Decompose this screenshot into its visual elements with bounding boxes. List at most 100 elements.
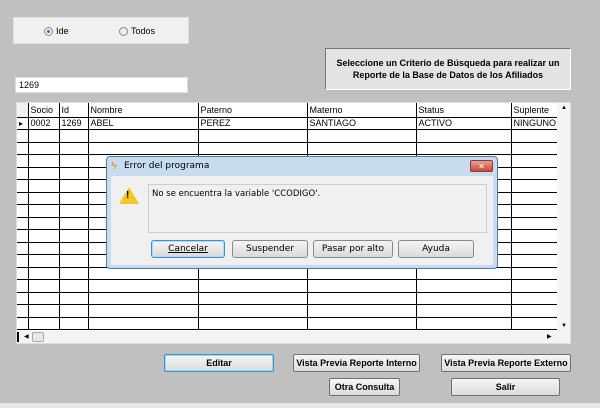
scroll-up-icon[interactable]: ▲ <box>561 105 567 111</box>
preview-external-button[interactable]: Vista Previa Reporte Externo <box>441 354 571 372</box>
row-selector[interactable] <box>17 266 29 280</box>
cell-materno[interactable] <box>306 304 417 318</box>
help-button[interactable]: Ayuda <box>398 240 474 258</box>
row-selector[interactable] <box>17 229 29 243</box>
cell-socio[interactable]: 0002 <box>27 116 60 130</box>
cell-status[interactable] <box>415 291 512 305</box>
cell-paterno[interactable] <box>197 141 308 155</box>
cell-paterno[interactable] <box>197 316 308 330</box>
row-selector[interactable] <box>17 166 29 180</box>
radio-todos[interactable]: Todos <box>119 26 155 36</box>
cell-socio[interactable] <box>27 279 60 293</box>
cell-id[interactable] <box>58 204 89 218</box>
column-header-id[interactable]: Id <box>58 103 89 118</box>
cell-paterno[interactable] <box>197 129 308 143</box>
cell-nombre[interactable] <box>87 129 199 143</box>
search-input[interactable]: 1269 <box>15 77 188 93</box>
cell-suplente[interactable] <box>510 154 558 168</box>
cell-socio[interactable] <box>27 316 60 330</box>
cell-id[interactable] <box>58 216 89 230</box>
row-selector[interactable] <box>17 291 29 305</box>
cell-socio[interactable] <box>27 129 60 143</box>
cell-paterno[interactable] <box>197 304 308 318</box>
cell-suplente[interactable] <box>510 216 558 230</box>
exit-button[interactable]: Salir <box>451 378 560 396</box>
cell-id[interactable] <box>58 241 89 255</box>
horizontal-scrollbar[interactable]: ◀ ▶ <box>17 331 570 343</box>
cell-suplente[interactable] <box>510 316 558 330</box>
cell-socio[interactable] <box>27 216 60 230</box>
cell-suplente[interactable] <box>510 166 558 180</box>
cell-materno[interactable] <box>306 129 417 143</box>
row-selector[interactable] <box>17 304 29 318</box>
cancel-button[interactable]: Cancelar <box>151 240 225 258</box>
row-selector[interactable] <box>17 316 29 330</box>
column-header-status[interactable]: Status <box>415 103 512 118</box>
cell-socio[interactable] <box>27 291 60 305</box>
cell-id[interactable] <box>58 166 89 180</box>
cell-nombre[interactable] <box>87 304 199 318</box>
cell-id[interactable]: 1269 <box>58 116 89 130</box>
table-row[interactable] <box>17 129 558 143</box>
column-header-nombre[interactable]: Nombre <box>87 103 199 118</box>
cell-status[interactable] <box>415 129 512 143</box>
cell-socio[interactable] <box>27 154 60 168</box>
cell-id[interactable] <box>58 129 89 143</box>
cell-suplente[interactable] <box>510 129 558 143</box>
cell-suplente[interactable] <box>510 279 558 293</box>
edit-button[interactable]: Editar <box>164 354 274 372</box>
cell-socio[interactable] <box>27 229 60 243</box>
scroll-thumb[interactable] <box>32 332 44 342</box>
row-selector[interactable] <box>17 241 29 255</box>
cell-id[interactable] <box>58 266 89 280</box>
row-selector[interactable]: ▸ <box>17 116 29 130</box>
table-row[interactable] <box>17 316 558 330</box>
cell-paterno[interactable]: PEREZ <box>197 116 308 130</box>
cell-socio[interactable] <box>27 191 60 205</box>
row-selector[interactable] <box>17 154 29 168</box>
cell-nombre[interactable] <box>87 316 199 330</box>
scroll-right-icon[interactable]: ▶ <box>547 333 552 340</box>
row-selector[interactable] <box>17 204 29 218</box>
cell-suplente[interactable] <box>510 204 558 218</box>
cell-suplente[interactable] <box>510 291 558 305</box>
cell-paterno[interactable] <box>197 279 308 293</box>
cell-suplente[interactable] <box>510 179 558 193</box>
cell-suplente[interactable] <box>510 241 558 255</box>
cell-socio[interactable] <box>27 166 60 180</box>
table-row[interactable] <box>17 141 558 155</box>
cell-materno[interactable] <box>306 291 417 305</box>
cell-socio[interactable] <box>27 304 60 318</box>
cell-nombre[interactable] <box>87 279 199 293</box>
cell-socio[interactable] <box>27 266 60 280</box>
table-row[interactable] <box>17 279 558 293</box>
column-header-suplente[interactable]: Suplente <box>510 103 558 118</box>
suspend-button[interactable]: Suspender <box>232 240 308 258</box>
table-row[interactable]: ▸ 0002 1269 ABEL PEREZ SANTIAGO ACTIVO NINGUNO <box>17 116 558 130</box>
scroll-down-icon[interactable]: ▼ <box>561 323 567 329</box>
cell-suplente[interactable] <box>510 266 558 280</box>
row-selector[interactable] <box>17 279 29 293</box>
cell-id[interactable] <box>58 191 89 205</box>
radio-ide[interactable]: Ide <box>44 26 69 36</box>
cell-materno[interactable] <box>306 279 417 293</box>
cell-suplente[interactable] <box>510 304 558 318</box>
cell-socio[interactable] <box>27 141 60 155</box>
cell-id[interactable] <box>58 254 89 268</box>
cell-nombre[interactable] <box>87 141 199 155</box>
row-selector[interactable] <box>17 254 29 268</box>
column-header-materno[interactable]: Materno <box>306 103 417 118</box>
cell-nombre[interactable]: ABEL <box>87 116 199 130</box>
cell-socio[interactable] <box>27 241 60 255</box>
cell-id[interactable] <box>58 179 89 193</box>
cell-socio[interactable] <box>27 254 60 268</box>
cell-id[interactable] <box>58 291 89 305</box>
vertical-scrollbar[interactable]: ▲ ▼ <box>557 103 570 331</box>
cell-status[interactable] <box>415 304 512 318</box>
cell-status[interactable] <box>415 141 512 155</box>
cell-id[interactable] <box>58 316 89 330</box>
row-selector[interactable] <box>17 179 29 193</box>
scroll-left-icon[interactable]: ◀ <box>24 333 29 340</box>
row-selector[interactable] <box>17 129 29 143</box>
cell-id[interactable] <box>58 279 89 293</box>
